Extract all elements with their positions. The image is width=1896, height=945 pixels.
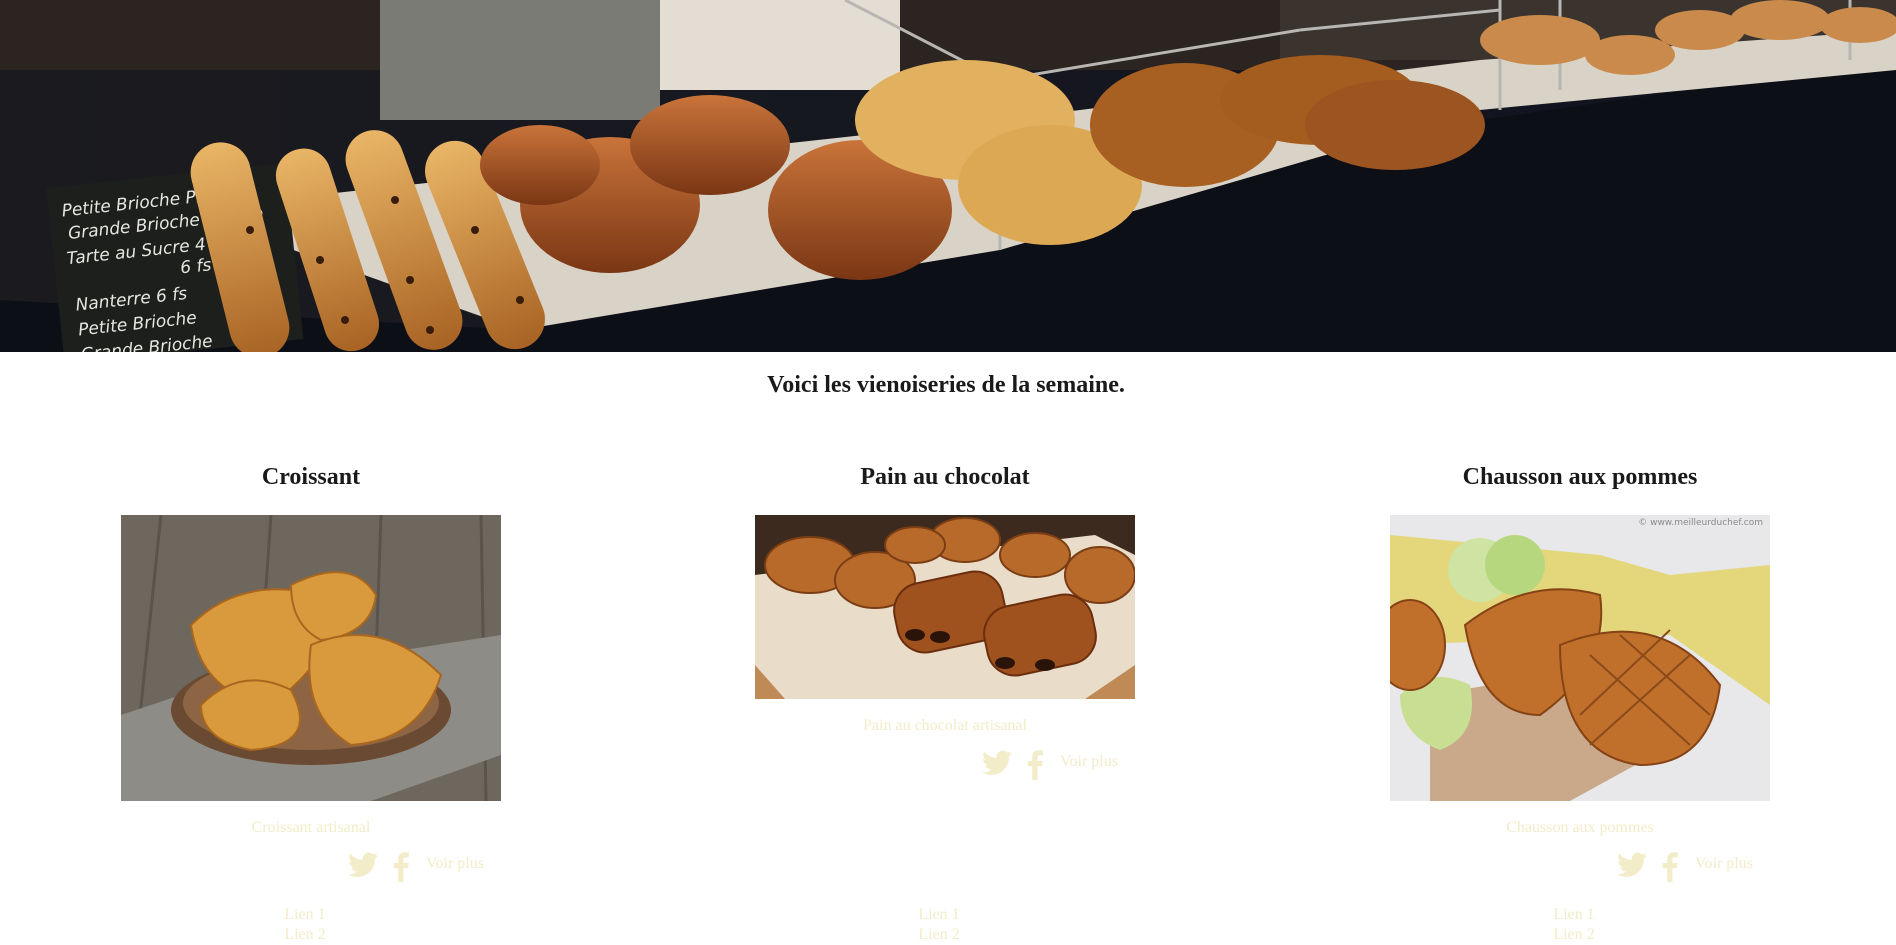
- product-links: Lien 1 Lien 2: [1390, 905, 1758, 945]
- product-card-croissant: Croissant Croissant artisanal Voir plus …: [121, 462, 501, 943]
- social-bar: Voir plus: [755, 750, 1135, 780]
- product-caption: Chausson aux pommes: [1506, 819, 1654, 836]
- image-watermark: © www.meilleurduchef.com: [1638, 518, 1763, 528]
- link-2[interactable]: Lien 2: [121, 925, 489, 945]
- product-caption: Croissant artisanal: [251, 819, 371, 836]
- product-card-chausson-aux-pommes: Chausson aux pommes © www.meilleurduchef…: [1390, 462, 1770, 943]
- product-title: Pain au chocolat: [860, 464, 1030, 490]
- hero-banner: Petite Brioche Praline Grande Brioche Pr…: [0, 0, 1896, 352]
- social-bar: Voir plus: [121, 852, 501, 882]
- social-bar: Voir plus: [1390, 852, 1770, 882]
- page-intro: Voici les vienoiseries de la semaine.: [767, 372, 1125, 398]
- chausson-aux-pommes-photo[interactable]: © www.meilleurduchef.com: [1390, 515, 1770, 801]
- twitter-icon[interactable]: [348, 852, 378, 878]
- product-links: Lien 1 Lien 2: [121, 905, 489, 945]
- link-2[interactable]: Lien 2: [1390, 925, 1758, 945]
- twitter-icon[interactable]: [1617, 852, 1647, 878]
- link-1[interactable]: Lien 1: [1390, 905, 1758, 925]
- link-2[interactable]: Lien 2: [755, 925, 1123, 945]
- product-caption: Pain au chocolat artisanal: [863, 717, 1027, 734]
- product-title: Croissant: [261, 464, 361, 490]
- product-title: Chausson aux pommes: [1462, 464, 1698, 490]
- see-more-link[interactable]: Voir plus: [1695, 855, 1753, 873]
- croissant-photo[interactable]: [121, 515, 501, 801]
- product-card-pain-au-chocolat: Pain au chocolat Pain au chocolat artisa…: [755, 462, 1135, 943]
- see-more-link[interactable]: Voir plus: [426, 855, 484, 873]
- product-links: Lien 1 Lien 2: [755, 905, 1123, 945]
- facebook-icon[interactable]: [1027, 750, 1043, 780]
- chalk-line: 6 fs: [179, 255, 212, 278]
- see-more-link[interactable]: Voir plus: [1060, 753, 1118, 771]
- facebook-icon[interactable]: [393, 852, 409, 882]
- facebook-icon[interactable]: [1662, 852, 1678, 882]
- link-1[interactable]: Lien 1: [121, 905, 489, 925]
- pain-au-chocolat-photo[interactable]: [755, 515, 1135, 699]
- twitter-icon[interactable]: [982, 750, 1012, 776]
- link-1[interactable]: Lien 1: [755, 905, 1123, 925]
